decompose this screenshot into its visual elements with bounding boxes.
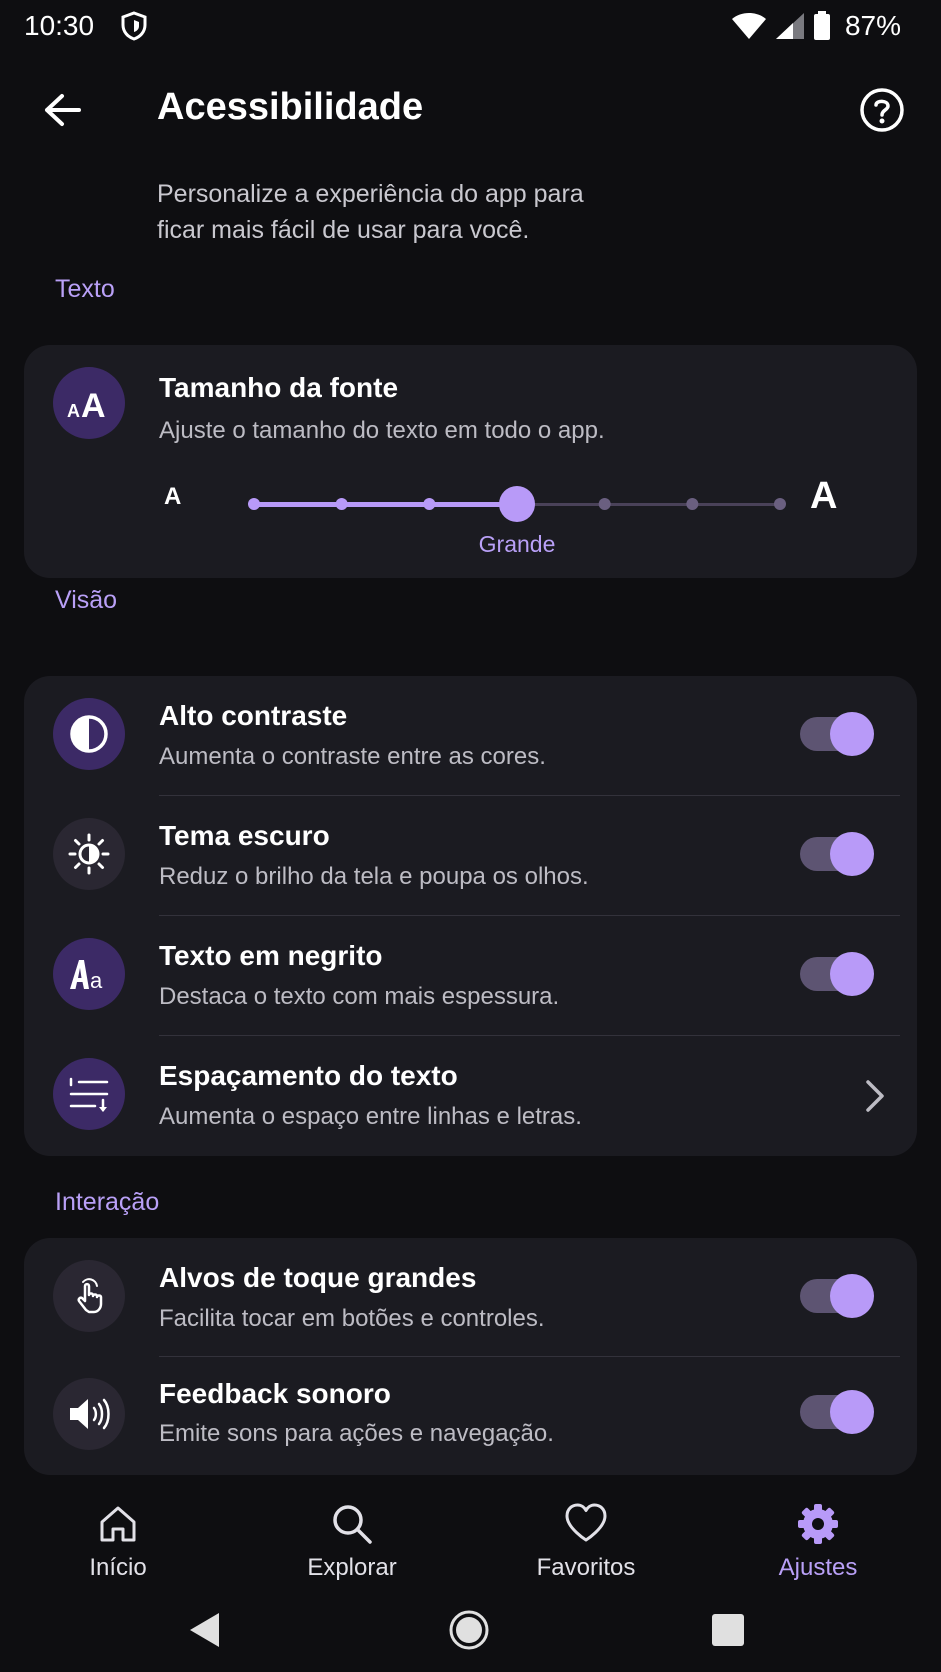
status-time: 10:30 (24, 10, 95, 41)
dark-theme-toggle[interactable] (800, 832, 876, 876)
slider-step-dot[interactable] (248, 498, 260, 510)
setting-subtitle: Aumenta o espaço entre linhas e letras. (159, 1103, 582, 1130)
page-title: Acessibilidade (157, 86, 424, 128)
intro-line-2: ficar mais fácil de usar para você. (157, 216, 530, 244)
battery-percent: 87% (844, 10, 901, 41)
home-icon (100, 1506, 136, 1542)
contrast-icon (53, 698, 125, 770)
vision-card: Alto contraste Aumenta o contraste entre… (24, 676, 917, 1156)
section-label-texto: Texto (55, 275, 115, 303)
setting-title: Alvos de toque grandes (159, 1262, 477, 1293)
setting-title: Alto contraste (159, 700, 348, 731)
signal-icon (775, 13, 804, 39)
help-icon[interactable] (858, 86, 906, 134)
arrow-back-icon (45, 94, 81, 126)
slider-track-fill (254, 502, 517, 507)
system-back-button[interactable] (190, 1613, 219, 1647)
slider-value-label: Grande (478, 531, 556, 557)
nav-item-favoritos[interactable]: Favoritos (506, 1482, 666, 1582)
nav-label: Favoritos (536, 1554, 636, 1581)
wifi-icon (731, 13, 766, 39)
slider-step-dot[interactable] (774, 498, 786, 510)
brightness-icon (53, 818, 125, 890)
setting-row-bold-text[interactable]: a Texto em negrito Destaca o texto com m… (24, 916, 917, 1036)
status-indicators: 87% (731, 10, 901, 42)
gear-icon (798, 1504, 838, 1544)
nav-label: Início (89, 1554, 147, 1581)
nav-item-ajustes[interactable]: Ajustes (738, 1482, 898, 1582)
nav-label: Ajustes (778, 1554, 858, 1581)
section-label-visao: Visão (55, 586, 118, 614)
search-icon (333, 1505, 372, 1544)
intro-text: Personalize a experiência do app para fi… (157, 176, 677, 248)
speaker-icon (53, 1378, 125, 1450)
font-size-card: A A Tamanho da fonte Ajuste o tamanho do… (24, 345, 917, 578)
setting-subtitle: Reduz o brilho da tela e poupa os olhos. (159, 863, 589, 890)
interaction-card: Alvos de toque grandes Facilita tocar em… (24, 1238, 917, 1475)
setting-subtitle: Emite sons para ações e navegação. (159, 1420, 554, 1447)
bold-text-icon: a (53, 938, 125, 1010)
setting-subtitle: Facilita tocar em botões e controles. (159, 1305, 545, 1332)
high-contrast-toggle[interactable] (800, 712, 876, 756)
font-size-slider[interactable] (24, 345, 917, 578)
system-navigation (190, 1610, 744, 1650)
heart-icon (565, 1503, 607, 1542)
setting-row-sound-feedback[interactable]: Feedback sonoro Emite sons para ações e … (24, 1356, 917, 1475)
setting-row-text-spacing[interactable]: Espaçamento do texto Aumenta o espaço en… (24, 1036, 917, 1156)
shield-icon (121, 11, 147, 41)
section-label-interacao: Interação (55, 1188, 160, 1216)
setting-title: Espaçamento do texto (159, 1060, 458, 1091)
bold-text-toggle[interactable] (800, 952, 876, 996)
setting-row-large-targets[interactable]: Alvos de toque grandes Facilita tocar em… (24, 1238, 917, 1356)
system-home-button[interactable] (449, 1610, 489, 1650)
intro-line-1: Personalize a experiência do app para (157, 180, 584, 208)
bottom-navigation: Início Explorar Favoritos Ajustes (0, 1482, 941, 1586)
svg-text:a: a (90, 968, 103, 993)
back-button[interactable] (36, 84, 88, 136)
slider-thumb[interactable] (499, 486, 535, 522)
status-bar: 10:30 87% (0, 0, 941, 56)
setting-row-dark-theme[interactable]: Tema escuro Reduz o brilho da tela e pou… (24, 796, 917, 916)
nav-item-explorar[interactable]: Explorar (272, 1482, 432, 1582)
setting-title: Tema escuro (159, 820, 330, 851)
slider-step-dot[interactable] (598, 498, 611, 510)
slider-step-dot[interactable] (335, 498, 348, 510)
battery-icon (813, 11, 830, 40)
slider-step-dot[interactable] (686, 498, 699, 510)
touch-icon (53, 1260, 125, 1332)
system-recents-button[interactable] (712, 1614, 744, 1646)
chevron-right-icon[interactable] (860, 1076, 890, 1116)
nav-label: Explorar (307, 1554, 397, 1581)
slider-step-dot[interactable] (423, 498, 436, 510)
setting-title: Feedback sonoro (159, 1378, 391, 1409)
sound-feedback-toggle[interactable] (800, 1390, 876, 1434)
setting-title: Texto em negrito (159, 940, 383, 971)
large-targets-toggle[interactable] (800, 1274, 876, 1318)
text-spacing-icon (53, 1058, 125, 1130)
setting-subtitle: Destaca o texto com mais espessura. (159, 983, 560, 1010)
setting-row-high-contrast[interactable]: Alto contraste Aumenta o contraste entre… (24, 676, 917, 796)
setting-subtitle: Aumenta o contraste entre as cores. (159, 743, 546, 770)
nav-item-inicio[interactable]: Início (38, 1482, 198, 1582)
